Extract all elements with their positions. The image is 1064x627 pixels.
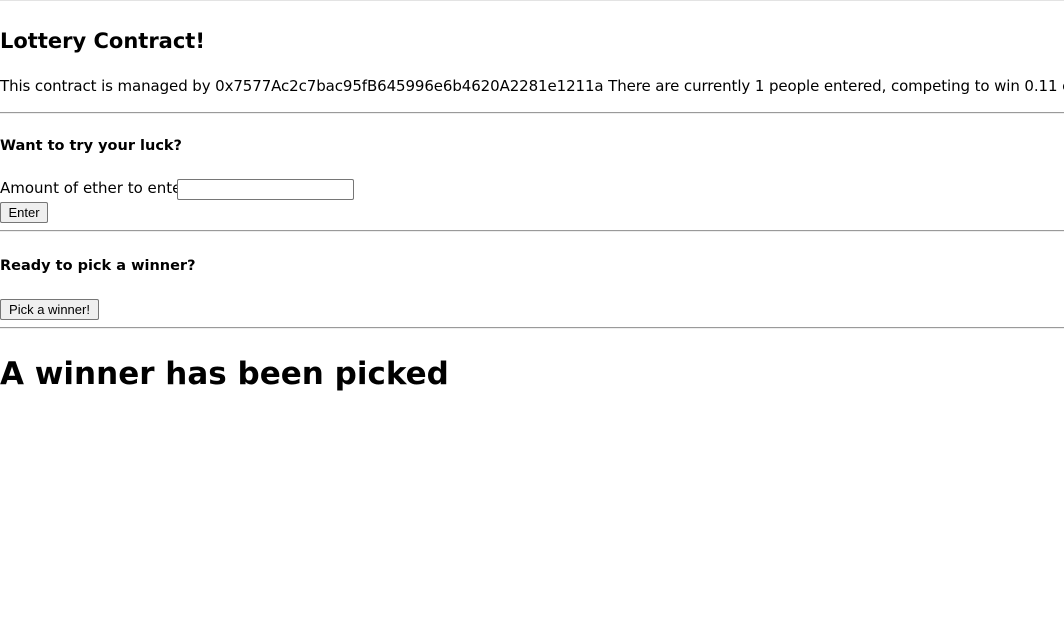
enter-button[interactable]: Enter	[0, 202, 48, 223]
amount-label: Amount of ether to enter	[0, 179, 188, 197]
divider	[0, 112, 1064, 114]
status-message: A winner has been picked	[0, 356, 449, 392]
pick-winner-button[interactable]: Pick a winner!	[0, 299, 99, 320]
amount-input[interactable]	[177, 179, 354, 200]
enter-section-heading: Want to try your luck?	[0, 138, 182, 154]
divider	[0, 230, 1064, 232]
pick-section-heading: Ready to pick a winner?	[0, 258, 196, 274]
contract-info-text: This contract is managed by 0x7577Ac2c7b…	[0, 77, 1064, 95]
page-title: Lottery Contract!	[0, 29, 205, 53]
divider	[0, 327, 1064, 329]
lottery-page: Lottery Contract! This contract is manag…	[0, 0, 1064, 627]
